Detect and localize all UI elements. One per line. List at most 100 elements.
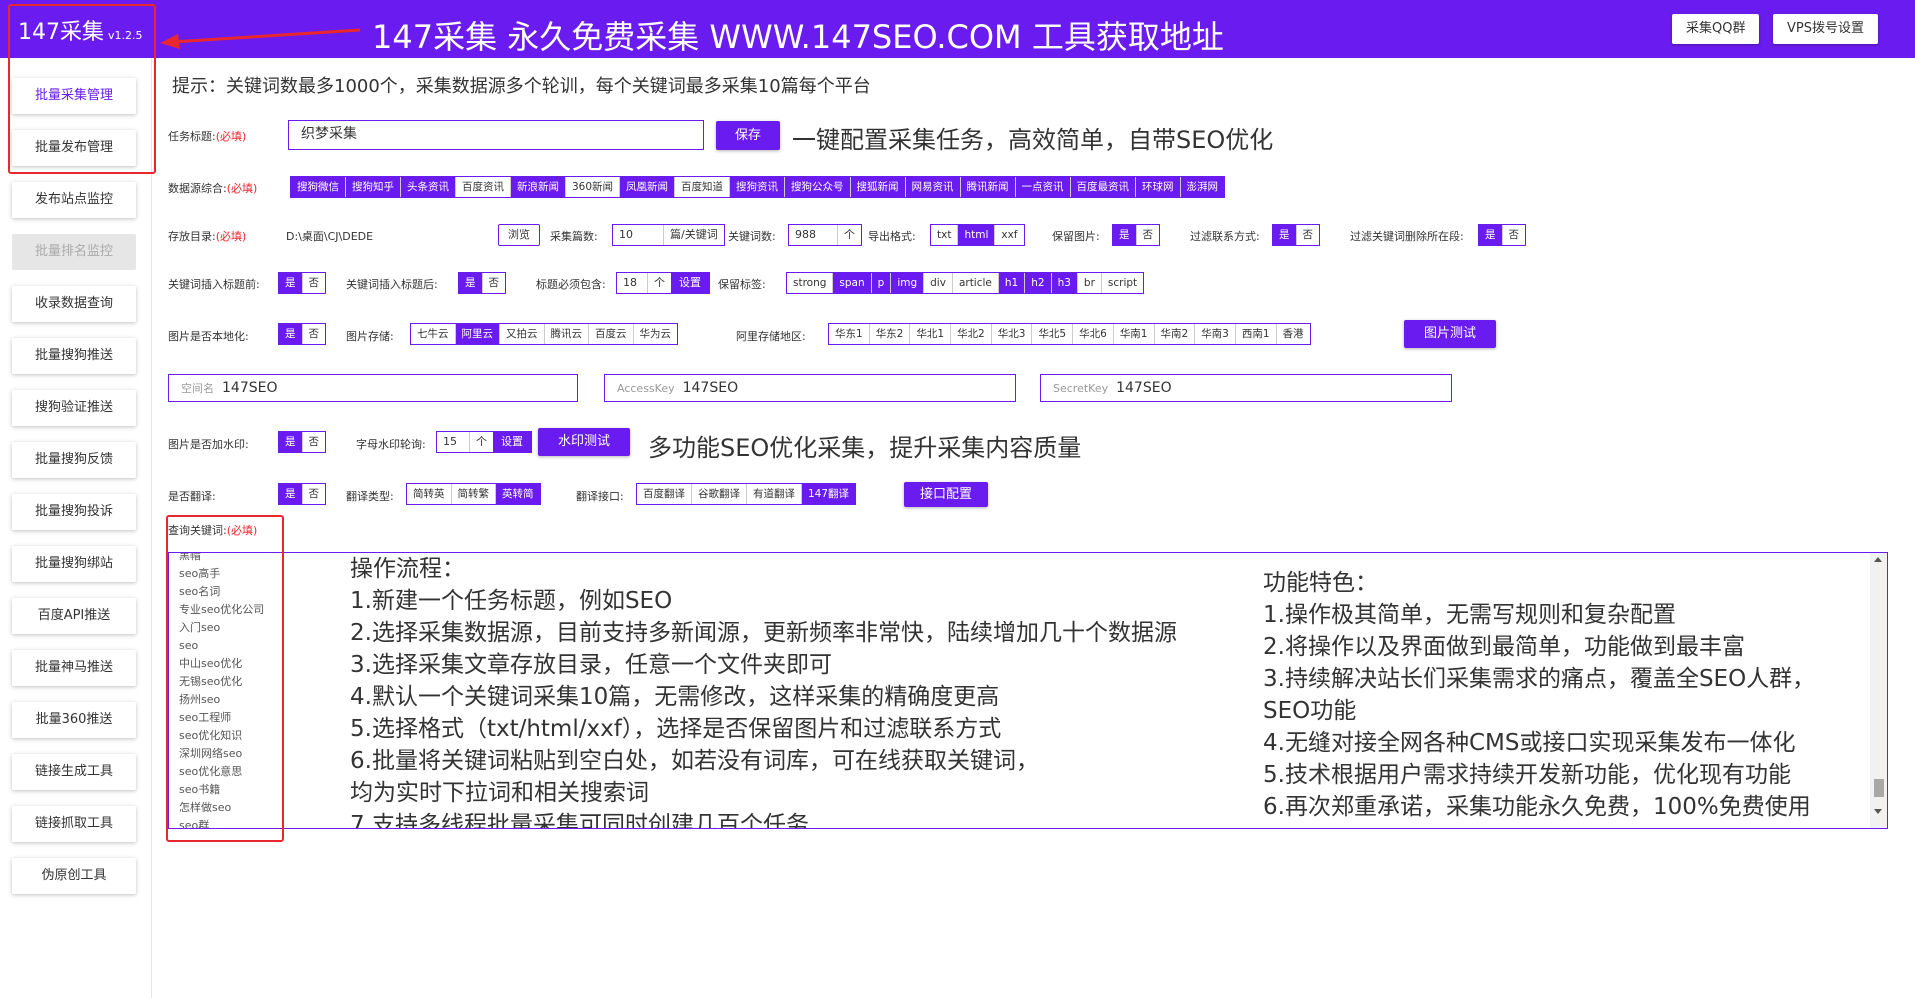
option[interactable]: 百度云 — [589, 324, 634, 344]
option[interactable]: 西南1 — [1235, 324, 1277, 344]
option[interactable]: 是 — [279, 432, 303, 452]
count-input[interactable]: 10 篇/关键词 — [612, 224, 725, 246]
option[interactable]: 华北6 — [1073, 324, 1114, 344]
sidebar-item[interactable]: 搜狗验证推送 — [12, 390, 136, 426]
option[interactable]: 否 — [1296, 225, 1319, 245]
option[interactable]: p — [871, 273, 892, 293]
access-key-input[interactable]: AccessKey 147SEO — [604, 374, 1016, 402]
watermark-test-button[interactable]: 水印测试 — [538, 428, 630, 456]
option[interactable]: h3 — [1051, 273, 1078, 293]
sidebar-item[interactable]: 批量360推送 — [12, 702, 136, 738]
option[interactable]: 一点资讯 — [1015, 177, 1071, 197]
sidebar-item[interactable]: 链接抓取工具 — [12, 806, 136, 842]
keywords-textarea[interactable]: 黑帽 seo高手 seo名词 专业seo优化公司 入门seo seo 中山seo优化 无锡se… — [168, 552, 1888, 829]
sidebar-item[interactable]: 发布站点监控 — [12, 182, 136, 218]
option[interactable]: 华南1 — [1113, 324, 1155, 344]
option[interactable]: 百度资讯 — [456, 177, 511, 197]
option[interactable]: 华南3 — [1195, 324, 1236, 344]
option[interactable]: html — [958, 225, 996, 245]
option[interactable]: 英转简 — [496, 484, 540, 504]
option[interactable]: 147翻译 — [802, 484, 856, 504]
option[interactable]: 华北1 — [910, 324, 952, 344]
sidebar-item[interactable]: 批量搜狗绑站 — [12, 546, 136, 582]
qq-group-button[interactable]: 采集QQ群 — [1672, 14, 1760, 44]
option[interactable]: 是 — [279, 484, 303, 504]
option[interactable]: 否 — [302, 484, 325, 504]
option[interactable]: br — [1077, 273, 1102, 293]
option[interactable]: 搜狗知乎 — [346, 177, 401, 197]
option[interactable]: 又拍云 — [500, 324, 545, 344]
scroll-up-icon[interactable] — [1874, 557, 1882, 562]
option[interactable]: 是 — [279, 273, 303, 293]
option[interactable]: 否 — [302, 324, 325, 344]
option[interactable]: h2 — [1025, 273, 1052, 293]
option[interactable]: 否 — [302, 273, 325, 293]
option[interactable]: 华东1 — [829, 324, 870, 344]
option[interactable]: 凤凰新闻 — [620, 177, 676, 197]
option[interactable]: 百度最资讯 — [1070, 177, 1137, 197]
secret-key-input[interactable]: SecretKey 147SEO — [1040, 374, 1452, 402]
option[interactable]: 有道翻译 — [747, 484, 802, 504]
option[interactable]: 是 — [279, 324, 303, 344]
option[interactable]: img — [891, 273, 925, 293]
option[interactable]: 腾讯新闻 — [960, 177, 1016, 197]
image-test-button[interactable]: 图片测试 — [1404, 320, 1496, 348]
option[interactable]: article — [952, 273, 999, 293]
option[interactable]: 是 — [1113, 225, 1137, 245]
option[interactable]: 否 — [1502, 225, 1525, 245]
title-contains-set-button[interactable]: 设置 — [671, 273, 709, 293]
option[interactable]: 否 — [302, 432, 325, 452]
bucket-input[interactable]: 空间名 147SEO — [168, 374, 578, 402]
option[interactable]: txt — [931, 225, 959, 245]
sidebar-item[interactable]: 批量搜狗投诉 — [12, 494, 136, 530]
option[interactable]: 华为云 — [633, 324, 677, 344]
option[interactable]: 百度翻译 — [637, 484, 692, 504]
option[interactable]: 华南2 — [1154, 324, 1196, 344]
sidebar-item[interactable]: 批量搜狗反馈 — [12, 442, 136, 478]
option[interactable]: 华北5 — [1032, 324, 1074, 344]
option[interactable]: 搜狗公众号 — [785, 177, 851, 197]
option[interactable]: 腾讯云 — [544, 324, 589, 344]
option[interactable]: 谷歌翻译 — [692, 484, 747, 504]
sidebar-item[interactable]: 链接生成工具 — [12, 754, 136, 790]
option[interactable]: 香港 — [1276, 324, 1310, 344]
api-config-button[interactable]: 接口配置 — [904, 482, 988, 507]
option[interactable]: 阿里云 — [455, 324, 500, 344]
option[interactable]: 网易资讯 — [905, 177, 961, 197]
browse-button[interactable]: 浏览 — [498, 224, 540, 246]
keyword-count-input[interactable]: 988 个 — [788, 224, 862, 246]
sidebar-item[interactable]: 批量搜狗推送 — [12, 338, 136, 374]
option[interactable]: 否 — [1136, 225, 1159, 245]
option[interactable]: 简转英 — [407, 484, 452, 504]
option[interactable]: strong — [787, 273, 834, 293]
option[interactable]: 七牛云 — [411, 324, 456, 344]
scroll-down-icon[interactable] — [1874, 809, 1882, 814]
option[interactable]: 华北3 — [991, 324, 1033, 344]
option[interactable]: 百度知道 — [675, 177, 731, 197]
task-title-input[interactable]: 织梦采集 — [288, 120, 704, 150]
option[interactable]: 搜狗资讯 — [730, 177, 786, 197]
option[interactable]: 是 — [1273, 225, 1297, 245]
option[interactable]: span — [833, 273, 872, 293]
option[interactable]: 华东2 — [869, 324, 911, 344]
option[interactable]: h1 — [998, 273, 1026, 293]
option[interactable]: 环球网 — [1136, 177, 1181, 197]
option[interactable]: 搜狗微信 — [291, 177, 346, 197]
option[interactable]: 简转繁 — [451, 484, 496, 504]
option[interactable]: 新浪新闻 — [511, 177, 566, 197]
wm-interval-set-button[interactable]: 设置 — [493, 432, 531, 452]
scroll-thumb[interactable] — [1874, 779, 1884, 797]
option[interactable]: 头条资讯 — [401, 177, 456, 197]
option[interactable]: 是 — [1479, 225, 1503, 245]
textarea-scrollbar[interactable] — [1870, 553, 1887, 828]
option[interactable]: 华北2 — [951, 324, 992, 344]
sidebar-item[interactable]: 收录数据查询 — [12, 286, 136, 322]
option[interactable]: 360新闻 — [566, 177, 621, 197]
sidebar-item[interactable]: 批量采集管理 — [12, 78, 136, 114]
option[interactable]: 澎湃网 — [1180, 177, 1225, 197]
title-contains-input[interactable]: 18 个设置 — [616, 272, 710, 294]
option[interactable]: script — [1101, 273, 1144, 293]
wm-interval-input[interactable]: 15 个设置 — [436, 431, 532, 453]
option[interactable]: 是 — [459, 273, 483, 293]
option[interactable]: xxf — [995, 225, 1024, 245]
